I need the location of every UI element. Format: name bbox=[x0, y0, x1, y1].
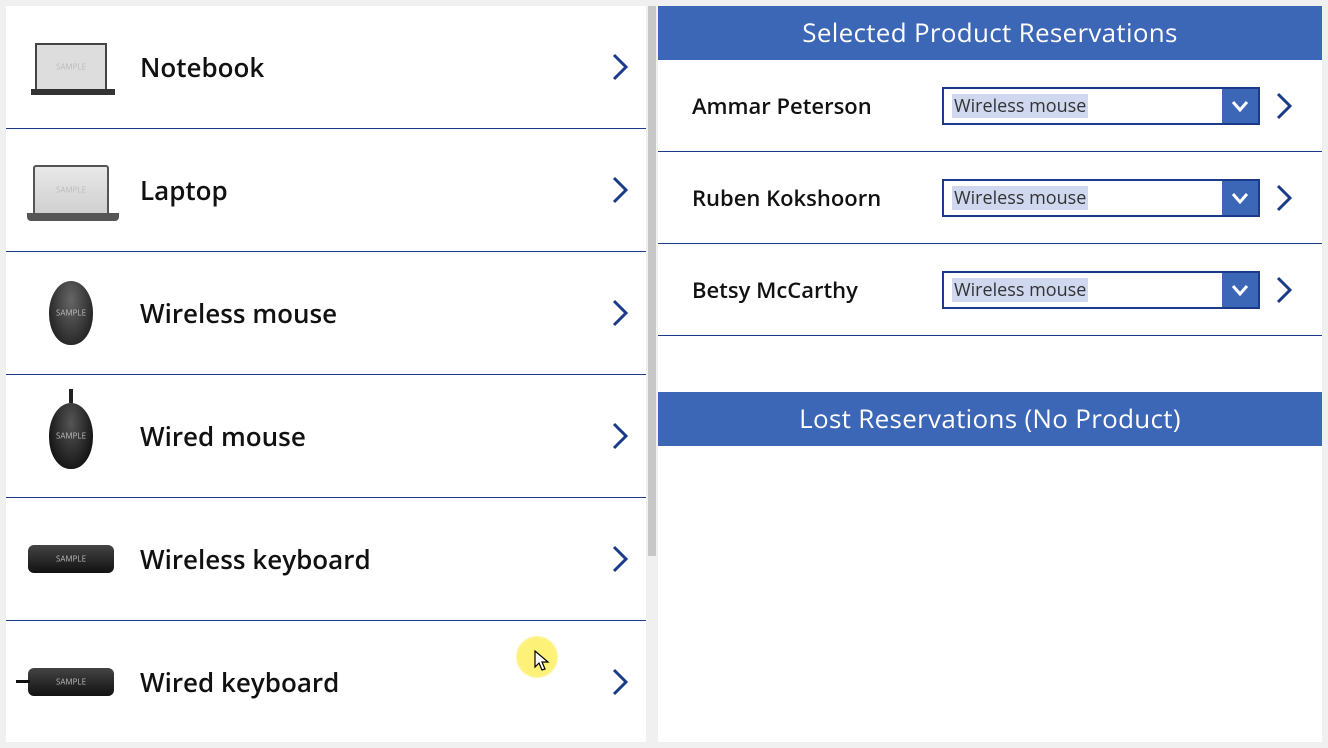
reservation-row: Betsy McCarthy Wireless mouse bbox=[658, 244, 1322, 336]
reservation-row: Ammar Peterson Wireless mouse bbox=[658, 60, 1322, 152]
chevron-right-icon bbox=[610, 542, 630, 576]
product-row-laptop[interactable]: SAMPLE Laptop bbox=[6, 129, 646, 252]
product-dropdown[interactable]: Wireless mouse bbox=[942, 179, 1260, 217]
chevron-right-icon bbox=[610, 296, 630, 330]
dropdown-value: Wireless mouse bbox=[944, 181, 1222, 215]
app-root: SAMPLE Notebook SAMPLE Laptop SAMPLE Wir… bbox=[0, 0, 1328, 748]
product-row-wireless-keyboard[interactable]: SAMPLE Wireless keyboard bbox=[6, 498, 646, 621]
chevron-right-icon[interactable] bbox=[1274, 273, 1294, 307]
chevron-right-icon bbox=[610, 173, 630, 207]
product-label: Notebook bbox=[140, 49, 610, 85]
chevron-right-icon bbox=[610, 419, 630, 453]
scrollbar[interactable] bbox=[646, 6, 658, 742]
wired-keyboard-thumb-icon: SAMPLE bbox=[26, 642, 116, 722]
wireless-mouse-thumb-icon: SAMPLE bbox=[26, 273, 116, 353]
product-list-panel: SAMPLE Notebook SAMPLE Laptop SAMPLE Wir… bbox=[6, 6, 646, 742]
product-row-notebook[interactable]: SAMPLE Notebook bbox=[6, 6, 646, 129]
lost-reservations-header: Lost Reservations (No Product) bbox=[658, 392, 1322, 446]
reservation-person: Ammar Peterson bbox=[692, 91, 942, 121]
product-dropdown[interactable]: Wireless mouse bbox=[942, 271, 1260, 309]
spacer bbox=[658, 336, 1322, 392]
product-label: Wireless mouse bbox=[140, 295, 610, 331]
reservation-person: Betsy McCarthy bbox=[692, 275, 942, 305]
product-label: Laptop bbox=[140, 172, 610, 208]
chevron-right-icon bbox=[610, 665, 630, 699]
product-dropdown[interactable]: Wireless mouse bbox=[942, 87, 1260, 125]
product-row-wired-mouse[interactable]: SAMPLE Wired mouse bbox=[6, 375, 646, 498]
product-label: Wireless keyboard bbox=[140, 541, 610, 577]
reservation-row: Ruben Kokshoorn Wireless mouse bbox=[658, 152, 1322, 244]
product-label: Wired mouse bbox=[140, 418, 610, 454]
notebook-thumb-icon: SAMPLE bbox=[26, 27, 116, 107]
chevron-right-icon[interactable] bbox=[1274, 89, 1294, 123]
chevron-down-icon[interactable] bbox=[1222, 273, 1258, 307]
product-row-wired-keyboard[interactable]: SAMPLE Wired keyboard bbox=[6, 621, 646, 742]
dropdown-value: Wireless mouse bbox=[944, 89, 1222, 123]
scroll-thumb[interactable] bbox=[648, 6, 656, 556]
wireless-keyboard-thumb-icon: SAMPLE bbox=[26, 519, 116, 599]
reservation-person: Ruben Kokshoorn bbox=[692, 183, 942, 213]
laptop-thumb-icon: SAMPLE bbox=[26, 150, 116, 230]
chevron-right-icon bbox=[610, 50, 630, 84]
chevron-down-icon[interactable] bbox=[1222, 89, 1258, 123]
chevron-right-icon[interactable] bbox=[1274, 181, 1294, 215]
wired-mouse-thumb-icon: SAMPLE bbox=[26, 396, 116, 476]
product-label: Wired keyboard bbox=[140, 664, 610, 700]
dropdown-value: Wireless mouse bbox=[944, 273, 1222, 307]
selected-reservations-header: Selected Product Reservations bbox=[658, 6, 1322, 60]
chevron-down-icon[interactable] bbox=[1222, 181, 1258, 215]
product-row-wireless-mouse[interactable]: SAMPLE Wireless mouse bbox=[6, 252, 646, 375]
reservations-panel: Selected Product Reservations Ammar Pete… bbox=[658, 6, 1322, 742]
